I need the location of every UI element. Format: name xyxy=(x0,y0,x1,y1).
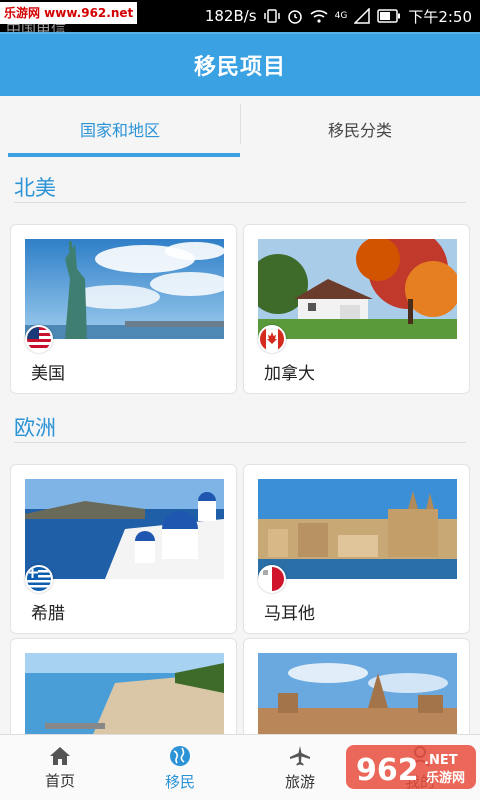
section-divider xyxy=(14,442,466,443)
nav-label: 移民 xyxy=(164,772,195,791)
section-divider xyxy=(14,202,466,203)
usa-photo xyxy=(25,239,224,339)
battery-icon xyxy=(377,9,401,23)
nav-label: 旅游 xyxy=(284,772,315,791)
signal-icon xyxy=(354,8,371,24)
country-card-usa[interactable]: 美国 xyxy=(10,224,237,394)
vibrate-icon xyxy=(263,8,280,24)
airplane-icon xyxy=(290,745,310,765)
country-card-malta[interactable]: 马耳他 xyxy=(243,464,470,634)
nav-immigration[interactable]: 移民 xyxy=(120,735,240,800)
nav-label: 首页 xyxy=(44,771,75,790)
us-flag-icon xyxy=(25,325,53,353)
watermark-sub: 乐游网 xyxy=(426,770,465,786)
country-card-greece[interactable]: 希腊 xyxy=(10,464,237,634)
section-title-europe: 欧洲 xyxy=(14,416,56,440)
coastal-city-photo xyxy=(25,653,224,734)
country-name: 希腊 xyxy=(31,604,65,624)
alarm-icon xyxy=(287,8,303,24)
malta-photo xyxy=(258,479,457,579)
country-card-partial[interactable] xyxy=(243,638,470,734)
tab-immigration-categories[interactable]: 移民分类 xyxy=(240,96,480,162)
globe-icon xyxy=(170,745,190,766)
network-speed: 182B/s xyxy=(204,7,257,25)
section-title-north-america: 北美 xyxy=(14,176,56,200)
country-card-partial[interactable] xyxy=(10,638,237,734)
watermark-tag: 乐游网 www.962.net xyxy=(0,2,138,24)
country-list[interactable]: 北美 美国 加拿大 欧洲 希腊 马耳他 xyxy=(0,162,480,734)
malta-flag-icon xyxy=(258,565,286,593)
watermark-suffix: .NET xyxy=(424,753,458,768)
network-type-label: 4G xyxy=(334,10,348,21)
wifi-icon xyxy=(310,8,328,24)
country-card-canada[interactable]: 加拿大 xyxy=(243,224,470,394)
nav-home[interactable]: 首页 xyxy=(0,735,120,800)
home-icon xyxy=(50,746,70,765)
active-tab-indicator xyxy=(8,153,240,157)
site-watermark-logo: 962 .NET 乐游网 xyxy=(346,742,478,792)
canada-flag-icon xyxy=(258,325,286,353)
nav-travel[interactable]: 旅游 xyxy=(240,735,360,800)
watermark-number: 962 xyxy=(356,753,419,788)
country-name: 美国 xyxy=(31,364,65,384)
canada-photo xyxy=(258,239,457,339)
greece-flag-icon xyxy=(25,565,53,593)
clock: 下午2:50 xyxy=(408,7,472,26)
palace-photo xyxy=(258,653,457,734)
app-bar: 移民项目 xyxy=(0,32,480,96)
network-type-icon: 4G xyxy=(334,10,348,21)
country-name: 马耳他 xyxy=(264,604,315,624)
page-title: 移民项目 xyxy=(193,55,286,80)
status-bar: 中国电信 乐游网 www.962.net 182B/s 4G 下午2:50 xyxy=(0,0,480,38)
greece-photo xyxy=(25,479,224,579)
status-indicators: 182B/s 4G 下午2:50 xyxy=(205,5,472,27)
country-name: 加拿大 xyxy=(264,364,315,384)
